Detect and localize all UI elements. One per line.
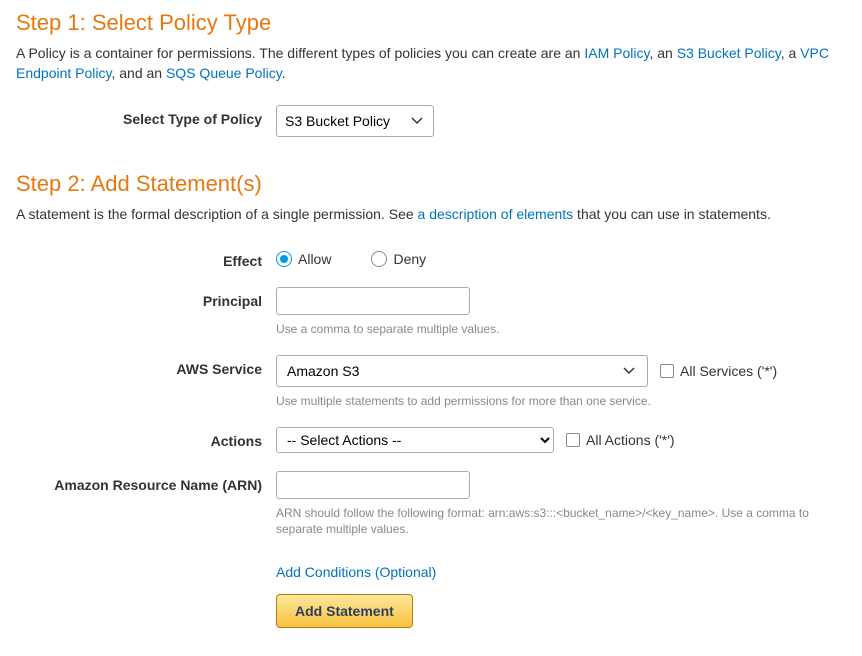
add-conditions-link[interactable]: Add Conditions (Optional) (276, 564, 846, 580)
sqs-queue-policy-link[interactable]: SQS Queue Policy (166, 65, 282, 81)
arn-hint: ARN should follow the following format: … (276, 505, 846, 537)
radio-icon (276, 251, 292, 267)
text: . (282, 65, 286, 81)
text: A Policy is a container for permissions.… (16, 45, 584, 61)
effect-deny-label: Deny (393, 251, 426, 267)
effect-allow-radio[interactable]: Allow (276, 251, 331, 267)
text: , an (649, 45, 676, 61)
checkbox-icon (566, 433, 580, 447)
text: , a (781, 45, 800, 61)
principal-hint: Use a comma to separate multiple values. (276, 321, 846, 337)
text: A statement is the formal description of… (16, 206, 418, 222)
effect-deny-radio[interactable]: Deny (371, 251, 426, 267)
s3-bucket-policy-link[interactable]: S3 Bucket Policy (677, 45, 781, 61)
arn-label: Amazon Resource Name (ARN) (16, 471, 276, 493)
step2-description: A statement is the formal description of… (16, 205, 846, 225)
select-type-label: Select Type of Policy (16, 105, 276, 127)
step1-title: Step 1: Select Policy Type (16, 10, 846, 36)
all-services-label: All Services ('*') (680, 363, 777, 379)
radio-icon (371, 251, 387, 267)
principal-input[interactable] (276, 287, 470, 315)
all-actions-checkbox[interactable]: All Actions ('*') (566, 432, 675, 448)
step2-title: Step 2: Add Statement(s) (16, 171, 846, 197)
aws-service-select[interactable]: Amazon S3 (276, 355, 648, 387)
text: that you can use in statements. (573, 206, 771, 222)
checkbox-icon (660, 364, 674, 378)
all-actions-label: All Actions ('*') (586, 432, 675, 448)
principal-label: Principal (16, 287, 276, 309)
iam-policy-link[interactable]: IAM Policy (584, 45, 649, 61)
actions-label: Actions (16, 427, 276, 449)
effect-label: Effect (16, 247, 276, 269)
step1-description: A Policy is a container for permissions.… (16, 44, 846, 83)
actions-select[interactable]: -- Select Actions -- (276, 427, 554, 453)
all-services-checkbox[interactable]: All Services ('*') (660, 363, 777, 379)
arn-input[interactable] (276, 471, 470, 499)
description-of-elements-link[interactable]: a description of elements (418, 206, 574, 222)
add-statement-button[interactable]: Add Statement (276, 594, 413, 628)
policy-type-select[interactable]: S3 Bucket Policy (276, 105, 434, 137)
effect-allow-label: Allow (298, 251, 331, 267)
aws-service-hint: Use multiple statements to add permissio… (276, 393, 846, 409)
aws-service-label: AWS Service (16, 355, 276, 377)
text: , and an (111, 65, 166, 81)
